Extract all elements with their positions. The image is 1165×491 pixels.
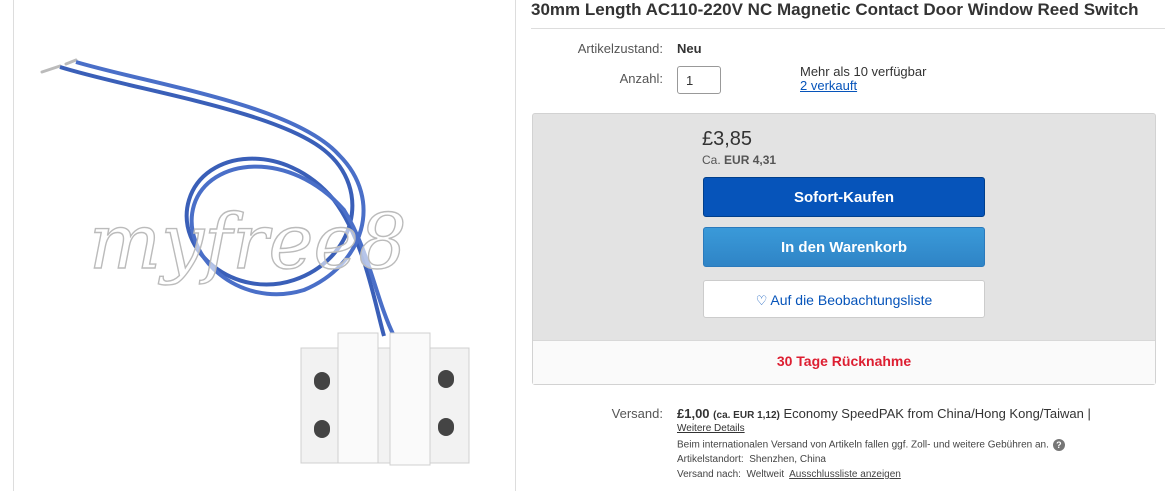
buy-now-button[interactable]: Sofort-Kaufen [703,177,985,217]
item-location: Artikelstandort: Shenzhen, China [677,454,826,465]
quantity-input[interactable] [677,66,721,94]
availability-text: Mehr als 10 verfügbar [800,64,927,79]
condition-value: Neu [677,41,702,56]
price: £3,85 [702,128,753,150]
question-circle-icon[interactable]: ? [1052,439,1065,451]
ships-to: Versand nach: Weltweit Ausschlussliste a… [677,469,901,480]
quantity-label: Anzahl: [619,71,663,86]
shipping-details-link[interactable]: Weitere Details [677,423,745,434]
exclusion-list-link[interactable]: Ausschlussliste anzeigen [789,469,901,480]
item-location-value: Shenzhen, China [749,454,826,465]
sold-count-link[interactable]: 2 verkauft [800,78,857,93]
shipping-converted: (ca. EUR 1,12) [713,410,780,421]
shipping-service: Economy SpeedPAK from China/Hong Kong/Ta… [783,406,1091,421]
converted-price: Ca. EUR 4,31 [702,153,776,167]
condition-label: Artikelzustand: [577,41,663,56]
add-to-watchlist-button[interactable]: ♡ Auf die Beobachtungsliste [703,280,985,318]
product-image[interactable]: myfree8 [14,0,517,491]
product-title: 30mm Length AC110-220V NC Magnetic Conta… [531,0,1139,19]
converted-prefix: Ca. [702,153,721,167]
ships-to-label: Versand nach: [677,469,741,480]
product-image-panel[interactable]: myfree8 [13,0,516,491]
returns-text: 30 Tage Rücknahme [776,353,912,369]
ships-to-value: Weltweit [746,469,785,480]
shipping-summary: £1,00 (ca. EUR 1,12) Economy SpeedPAK fr… [677,406,1091,421]
item-location-label: Artikelstandort: [677,454,744,465]
converted-price-value: EUR 4,31 [724,153,777,167]
watchlist-label: Auf die Beobachtungsliste [770,292,933,308]
international-note: Beim internationalen Versand von Artikel… [677,439,1065,451]
shipping-price: £1,00 [677,406,710,421]
add-to-cart-button[interactable]: In den Warenkorb [703,227,985,267]
shipping-label: Versand: [611,406,663,421]
heart-icon: ♡ [755,293,768,308]
title-divider [531,28,1165,29]
watermark-text: myfree8 [89,197,407,286]
international-note-text: Beim internationalen Versand von Artikel… [677,439,1049,451]
